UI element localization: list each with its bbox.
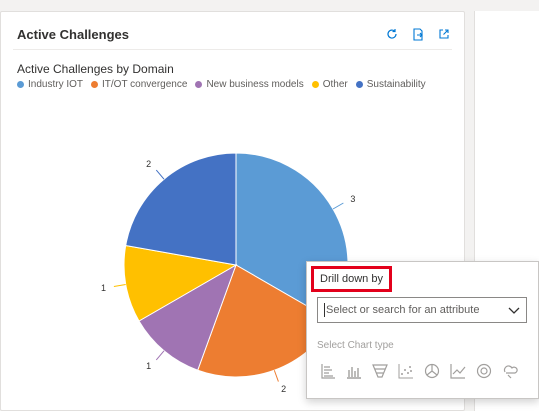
pie-data-label: 3 xyxy=(350,194,355,204)
line-chart-icon[interactable] xyxy=(449,362,467,380)
leader-line xyxy=(113,283,126,288)
drilldown-popup: Drill down by Select or search for an at… xyxy=(306,261,539,399)
leader-line xyxy=(155,350,165,361)
bar-chart-icon[interactable] xyxy=(319,362,337,380)
chevron-down-icon[interactable] xyxy=(508,304,520,319)
leader-line xyxy=(155,169,165,180)
leader-line xyxy=(332,202,344,210)
tag-chart-icon[interactable] xyxy=(501,362,519,380)
pie-slice-sustainability[interactable] xyxy=(125,152,237,266)
pie-chart-icon[interactable] xyxy=(423,362,441,380)
chart-type-options xyxy=(319,362,519,380)
pie-data-label: 2 xyxy=(146,159,151,169)
pie-data-label: 1 xyxy=(101,283,106,293)
pie-data-label: 2 xyxy=(281,384,286,394)
pie-data-label: 1 xyxy=(146,361,151,371)
attribute-placeholder: Select or search for an attribute xyxy=(326,304,480,316)
text-cursor xyxy=(324,303,325,317)
scatter-chart-icon[interactable] xyxy=(397,362,415,380)
column-chart-icon[interactable] xyxy=(345,362,363,380)
funnel-chart-icon[interactable] xyxy=(371,362,389,380)
drill-down-label: Drill down by xyxy=(311,266,392,292)
attribute-search-select[interactable]: Select or search for an attribute xyxy=(317,297,527,323)
donut-chart-icon[interactable] xyxy=(475,362,493,380)
leader-line xyxy=(273,370,279,382)
chart-type-label: Select Chart type xyxy=(317,340,394,351)
